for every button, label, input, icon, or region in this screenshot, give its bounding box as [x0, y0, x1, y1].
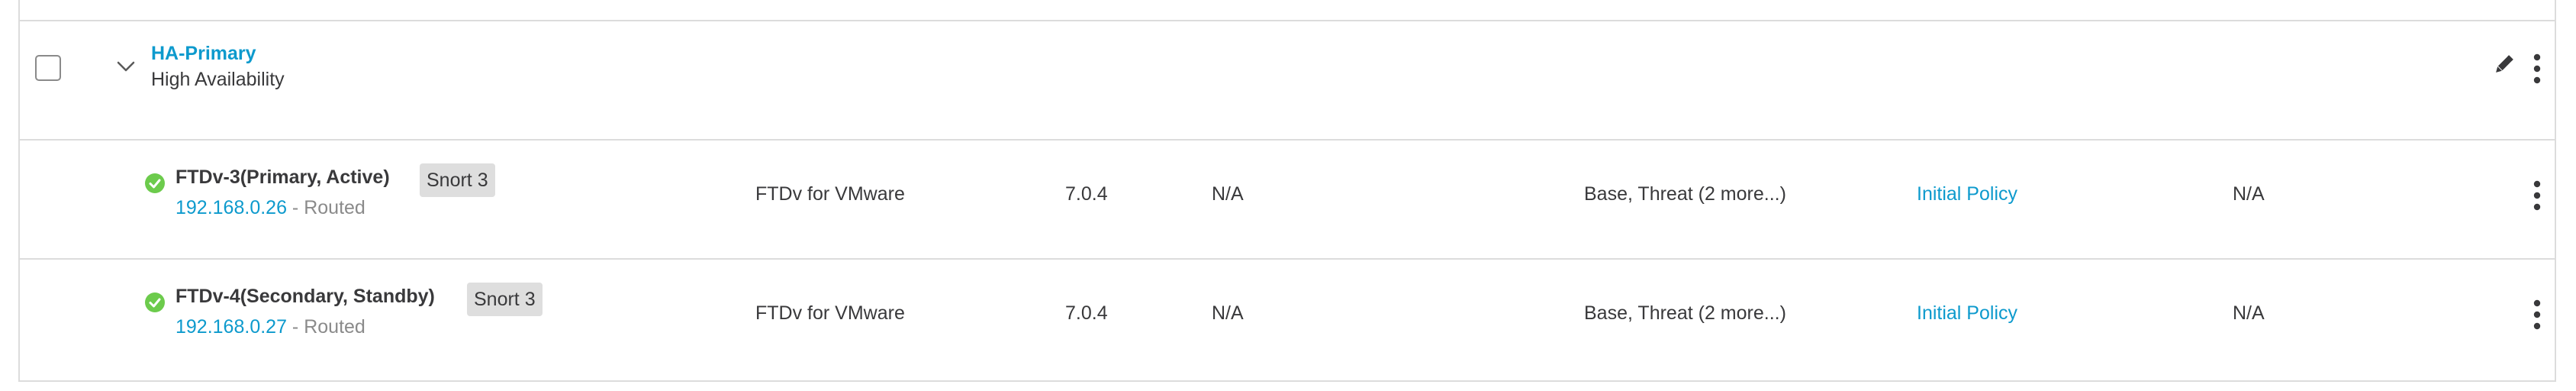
device-name: FTDv-4(Secondary, Standby)	[175, 286, 435, 307]
check-circle-icon	[145, 173, 165, 193]
device-table: HA-Primary High Availability FTDv-3(Prim…	[18, 0, 2556, 382]
device-chassis: N/A	[1212, 183, 1244, 205]
device-ip-link[interactable]: 192.168.0.26	[175, 197, 287, 218]
auto-rollback: N/A	[2233, 183, 2265, 205]
check-circle-icon	[145, 292, 165, 312]
device-model: FTDv for VMware	[755, 302, 905, 324]
auto-rollback: N/A	[2233, 302, 2265, 324]
device-version: 7.0.4	[1065, 183, 1108, 205]
device-mode: - Routed	[286, 316, 365, 338]
group-more-options-icon[interactable]	[2533, 53, 2541, 84]
chevron-down-icon[interactable]	[114, 55, 137, 78]
device-version: 7.0.4	[1065, 302, 1108, 324]
device-chassis: N/A	[1212, 302, 1244, 324]
device-name: FTDv-3(Primary, Active)	[175, 166, 390, 188]
device-more-options-icon[interactable]	[2533, 180, 2541, 211]
device-licenses[interactable]: Base, Threat (2 more...)	[1584, 302, 1786, 325]
group-name-link[interactable]: HA-Primary	[151, 43, 256, 65]
pencil-icon[interactable]	[2492, 53, 2515, 76]
device-row: FTDv-3(Primary, Active) Snort 3 192.168.…	[20, 139, 2555, 260]
access-policy-link[interactable]: Initial Policy	[1917, 183, 2017, 205]
device-ip-link[interactable]: 192.168.0.27	[175, 316, 287, 338]
device-mode: - Routed	[286, 197, 365, 218]
snort-badge: Snort 3	[467, 283, 543, 316]
device-ip-line: 192.168.0.27 - Routed	[175, 316, 365, 338]
group-type-label: High Availability	[151, 69, 285, 90]
access-policy-link[interactable]: Initial Policy	[1917, 302, 2017, 325]
device-more-options-icon[interactable]	[2533, 299, 2541, 330]
device-row: FTDv-4(Secondary, Standby) Snort 3 192.1…	[20, 258, 2555, 382]
ha-group-row: HA-Primary High Availability	[20, 20, 2555, 141]
device-licenses[interactable]: Base, Threat (2 more...)	[1584, 183, 1786, 205]
group-select-checkbox[interactable]	[35, 55, 61, 81]
device-ip-line: 192.168.0.26 - Routed	[175, 197, 365, 219]
device-model: FTDv for VMware	[755, 183, 905, 205]
snort-badge: Snort 3	[420, 163, 495, 197]
